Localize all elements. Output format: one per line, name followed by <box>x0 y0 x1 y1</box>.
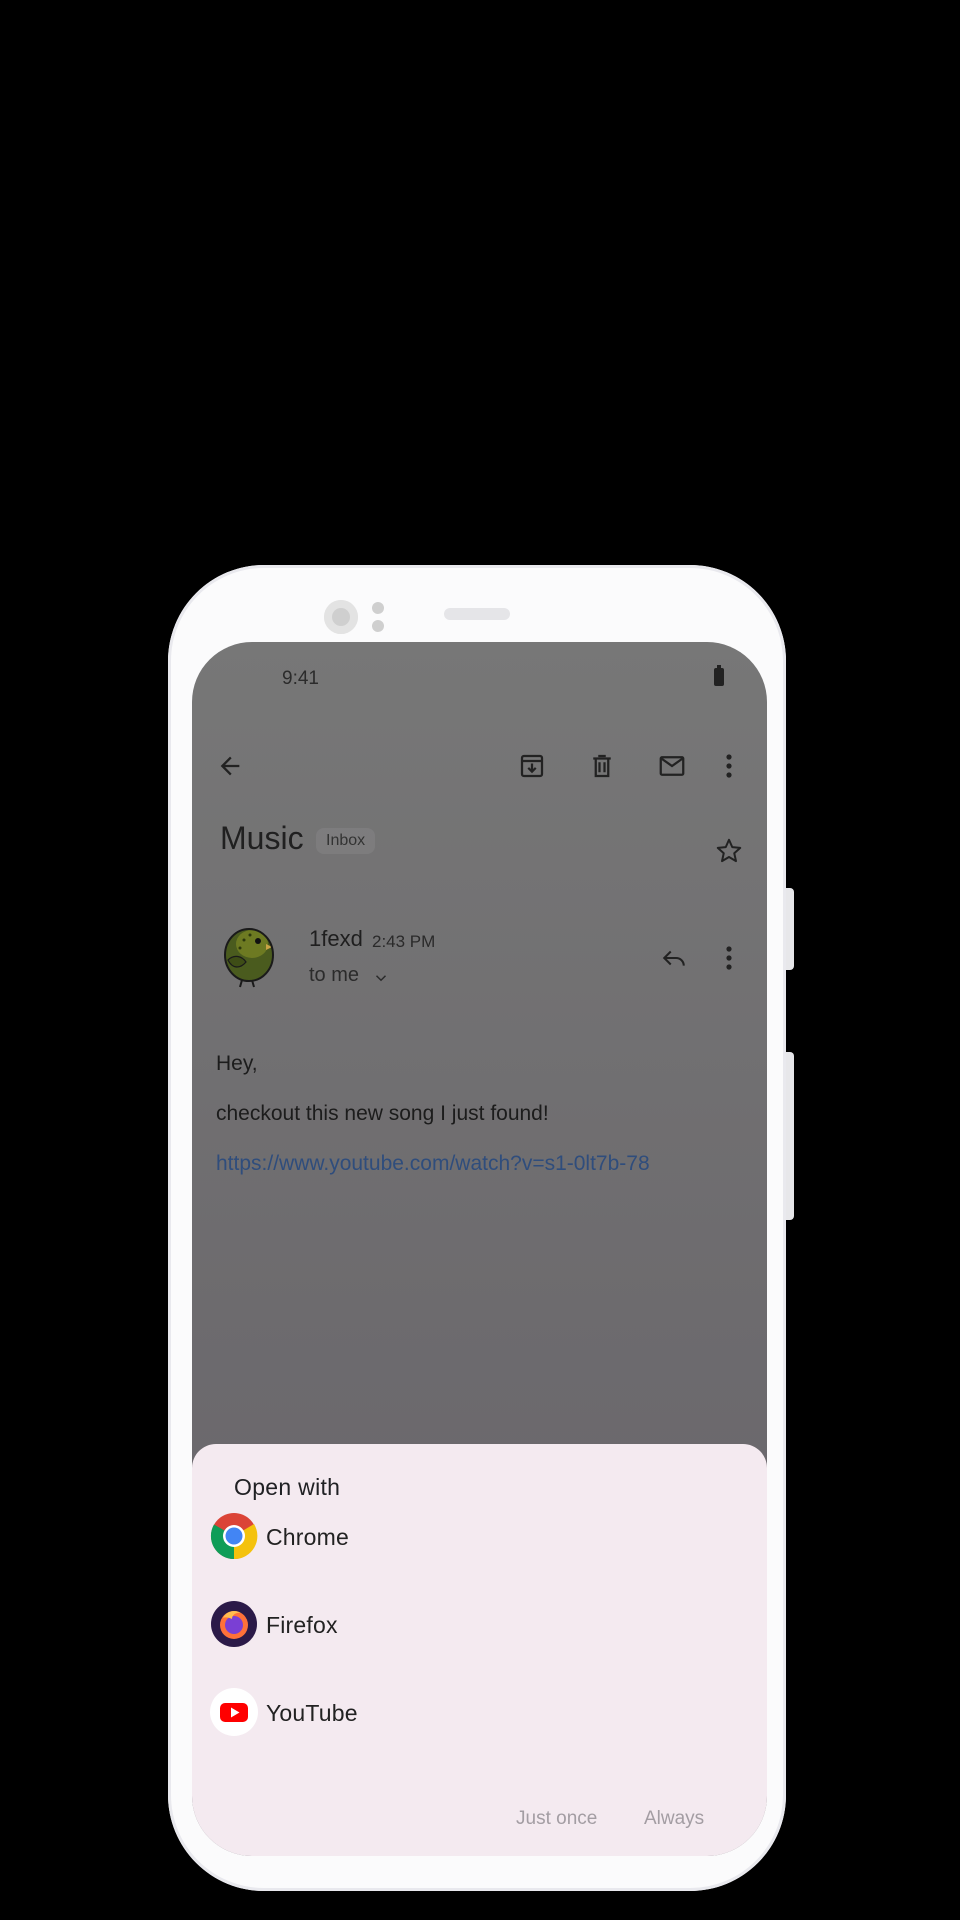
app-option-youtube[interactable]: YouTube <box>192 1676 767 1748</box>
mail-icon[interactable] <box>652 746 692 786</box>
app-label: Chrome <box>266 1524 350 1550</box>
inbox-label-chip[interactable]: Inbox <box>316 828 376 854</box>
youtube-icon <box>210 1688 258 1736</box>
sheet-title: Open with <box>234 1474 341 1500</box>
email-subject: Music <box>220 820 304 856</box>
trash-icon[interactable] <box>582 746 622 786</box>
open-with-sheet: Open with Chrome Firefox YouTube Just on… <box>192 1444 767 1856</box>
screen: 9:41 Music Inbox 1fexd 2:43 PM to me Hey… <box>192 642 767 1856</box>
archive-icon[interactable] <box>512 746 552 786</box>
app-option-chrome[interactable]: Chrome <box>192 1500 767 1572</box>
just-once-button[interactable]: Just once <box>516 1808 597 1830</box>
front-camera <box>324 600 358 634</box>
app-option-firefox[interactable]: Firefox <box>192 1588 767 1660</box>
sensor <box>372 620 384 632</box>
email-body-text: checkout this new song I just found! <box>216 1102 549 1125</box>
firefox-icon <box>210 1600 258 1648</box>
star-outline-icon[interactable] <box>712 834 746 868</box>
app-label: Firefox <box>266 1612 338 1638</box>
power-button <box>786 1052 794 1220</box>
arrow-back-icon[interactable] <box>210 746 250 786</box>
recipient-label[interactable]: to me <box>309 964 359 987</box>
reply-icon[interactable] <box>654 938 694 978</box>
volume-button <box>786 888 794 970</box>
email-time: 2:43 PM <box>372 932 436 951</box>
always-button[interactable]: Always <box>644 1808 704 1830</box>
chrome-icon <box>210 1512 258 1560</box>
email-body-greeting: Hey, <box>216 1052 258 1075</box>
sender-name: 1fexd <box>309 926 363 951</box>
earpiece-speaker <box>444 608 510 620</box>
app-label: YouTube <box>266 1700 358 1726</box>
more-vert-icon[interactable] <box>714 746 744 786</box>
chevron-down-icon[interactable] <box>369 966 393 990</box>
more-vert-icon[interactable] <box>714 938 744 978</box>
status-time: 9:41 <box>282 668 319 689</box>
sensor <box>372 602 384 614</box>
sender-avatar[interactable] <box>214 922 280 990</box>
email-body-link[interactable]: https://www.youtube.com/watch?v=s1-0lt7b… <box>216 1152 650 1176</box>
battery-icon <box>714 665 724 686</box>
